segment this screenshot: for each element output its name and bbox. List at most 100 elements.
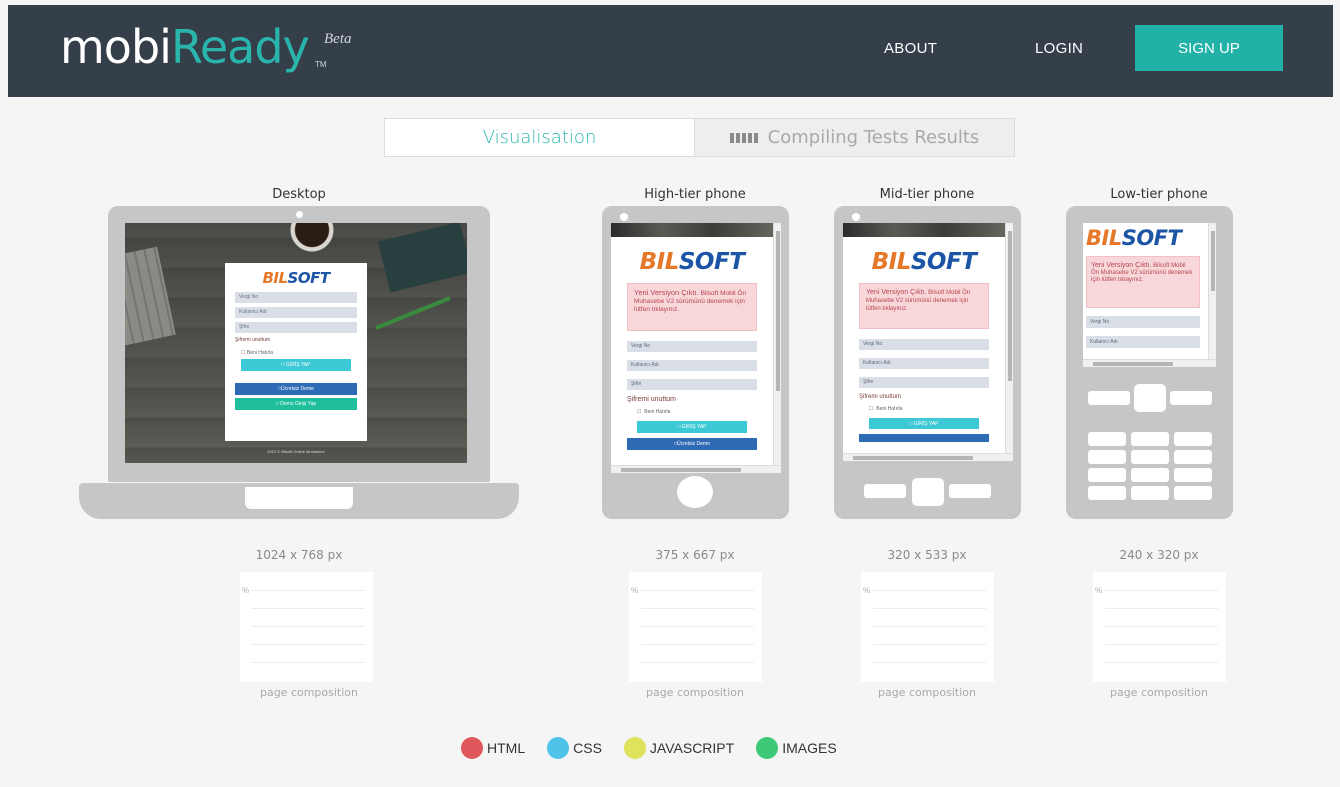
preview-field-sifre: Şifre: [235, 322, 357, 333]
legend-label-images: IMAGES: [782, 740, 837, 756]
high-tier-preview-screen[interactable]: BILSOFT Yeni Versiyon Çıktı. Bilsoft Mob…: [611, 223, 781, 473]
preview-login-button: □ GİRİŞ YAP: [869, 418, 979, 429]
mid-tier-composition-label: page composition: [877, 686, 977, 699]
phone-key-right: [949, 484, 991, 498]
nav-login-link[interactable]: LOGIN: [1035, 40, 1083, 57]
preview-free-demo-button: □Ücretsiz Demo: [627, 438, 757, 450]
logo-text-mobi: mobi: [60, 20, 172, 74]
device-title-high-tier: High-tier phone: [644, 187, 746, 202]
laptop-base: [79, 483, 519, 519]
preview-field-sifre: Şifre: [627, 379, 757, 390]
nav-about-link[interactable]: ABOUT: [884, 40, 937, 57]
device-title-mid-tier: Mid-tier phone: [879, 187, 975, 202]
desktop-preview-screen[interactable]: BILSOFT Vergi No Kullanıcı Adı Şifre Şif…: [125, 223, 467, 463]
preview-footer: 2021 © Bilsoft Online Muhasebe: [267, 449, 325, 454]
preview-remember-checkbox: ☐ Beni Hatırla: [637, 409, 671, 415]
low-tier-preview-screen[interactable]: BILSOFT Yeni Versiyon Çıktı. Bilsoft Mob…: [1083, 223, 1216, 367]
loading-bars-icon: [729, 132, 758, 143]
desktop-resolution: 1024 x 768 px: [255, 548, 343, 562]
preview-forgot-link: Şifremi unuttum: [859, 394, 902, 400]
preview-vertical-scrollbar[interactable]: [1005, 223, 1013, 453]
legend-label-css: CSS: [573, 740, 602, 756]
legend-dot-html: [461, 737, 483, 759]
phone-keypad-key: [1088, 486, 1126, 500]
legend-item-images: IMAGES: [756, 737, 837, 759]
legend-dot-images: [756, 737, 779, 759]
phone-key-center: [1134, 384, 1166, 412]
logo-trademark: TM: [315, 60, 327, 69]
preview-vertical-scrollbar[interactable]: [773, 223, 781, 465]
mobiready-logo[interactable]: mobi Ready TM Beta: [60, 20, 352, 74]
tab-compiling-label: Compiling Tests Results: [767, 127, 980, 148]
phone-key-left: [864, 484, 906, 498]
phone-key-center: [912, 478, 944, 506]
low-tier-composition-chart: %: [1093, 572, 1226, 682]
bilsoft-logo: BILSOFT: [639, 249, 745, 275]
preview-bg-mug: [281, 223, 343, 261]
preview-field-kullanici: Kullanıcı Adı: [1086, 336, 1200, 348]
phone-keypad-key: [1088, 450, 1126, 464]
preview-bg-strip: [611, 223, 781, 237]
preview-demo-login-button: □ Demo Girişi Yap: [235, 398, 357, 410]
high-tier-phone-frame: BILSOFT Yeni Versiyon Çıktı. Bilsoft Mob…: [602, 206, 789, 519]
preview-remember-checkbox: ☐ Beni Hatırla: [869, 406, 903, 412]
preview-forgot-link: Şifremi unuttum: [627, 396, 677, 403]
preview-version-alert: Yeni Versiyon Çıktı. Bilsoft Mobil Ön Mu…: [859, 283, 989, 329]
preview-bg-notebook: [377, 223, 467, 293]
preview-bg-strip: [843, 223, 1013, 237]
preview-bg-keyboard: [125, 246, 176, 346]
legend-dot-javascript: [623, 737, 646, 759]
preview-field-vergi: Vergi No: [627, 341, 757, 352]
phone-keypad-key: [1131, 486, 1169, 500]
signup-button[interactable]: SIGN UP: [1135, 25, 1283, 71]
laptop-trackpad-notch: [245, 487, 353, 509]
preview-remember-checkbox: ☐ Beni Hatırla: [241, 350, 273, 356]
bilsoft-logo: BILSOFT: [262, 269, 330, 287]
high-tier-composition-label: page composition: [645, 686, 745, 699]
preview-field-kullanici: Kullanıcı Adı: [235, 307, 357, 318]
mid-tier-resolution: 320 x 533 px: [887, 548, 967, 562]
legend-label-javascript: JAVASCRIPT: [649, 740, 735, 756]
preview-horizontal-scrollbar[interactable]: [1083, 359, 1216, 367]
phone-keypad-key: [1174, 468, 1212, 482]
phone-camera: [620, 213, 628, 221]
logo-text-ready: Ready: [170, 20, 310, 74]
legend-label-html: HTML: [487, 740, 526, 756]
tab-visualisation[interactable]: Visualisation: [385, 119, 694, 156]
laptop-camera: [296, 211, 303, 218]
phone-keypad-key: [1174, 432, 1212, 446]
preview-field-vergi: Vergi No: [859, 339, 989, 350]
chart-percent-axis-label: %: [631, 586, 639, 595]
chart-percent-axis-label: %: [863, 586, 871, 595]
bilsoft-logo: BILSOFT: [871, 249, 977, 275]
device-title-desktop: Desktop: [272, 187, 326, 202]
preview-horizontal-scrollbar[interactable]: [843, 453, 1013, 461]
phone-keypad-key: [1131, 432, 1169, 446]
preview-horizontal-scrollbar[interactable]: [611, 465, 781, 473]
chart-percent-axis-label: %: [242, 586, 250, 595]
composition-legend: HTML CSS JAVASCRIPT IMAGES: [461, 737, 859, 759]
mid-tier-composition-chart: %: [861, 572, 994, 682]
legend-dot-css: [547, 737, 570, 759]
chart-percent-axis-label: %: [1095, 586, 1103, 595]
phone-keypad-key: [1174, 450, 1212, 464]
high-tier-composition-chart: %: [629, 572, 762, 682]
phone-keypad-key: [1131, 468, 1169, 482]
phone-camera: [852, 213, 860, 221]
tab-compiling-tests-results[interactable]: Compiling Tests Results: [694, 119, 1014, 156]
phone-keypad-key: [1088, 468, 1126, 482]
preview-forgot-link: Şifremi unuttum: [235, 337, 271, 343]
phone-key-right: [1170, 391, 1212, 405]
low-tier-resolution: 240 x 320 px: [1119, 548, 1199, 562]
preview-free-demo-button: □Ücretsiz Deme: [235, 383, 357, 395]
preview-login-card: BILSOFT Vergi No Kullanıcı Adı Şifre Şif…: [225, 263, 367, 441]
mid-tier-phone-frame: BILSOFT Yeni Versiyon Çıktı. Bilsoft Mob…: [834, 206, 1021, 519]
preview-bg-pen: [375, 296, 451, 330]
preview-free-demo-button: [859, 434, 989, 442]
preview-version-alert: Yeni Versiyon Çıktı. Bilsoft Mobil Ön Mu…: [627, 283, 757, 331]
preview-version-alert: Yeni Versiyon Çıktı. Bilsoft Mobil Ön Mu…: [1086, 256, 1200, 308]
preview-vertical-scrollbar[interactable]: [1208, 223, 1216, 359]
mid-tier-preview-screen[interactable]: BILSOFT Yeni Versiyon Çıktı. Bilsoft Mob…: [843, 223, 1013, 461]
preview-login-button: □ GİRİŞ YAP: [637, 421, 747, 433]
results-tabs: Visualisation Compiling Tests Results: [384, 118, 1015, 157]
